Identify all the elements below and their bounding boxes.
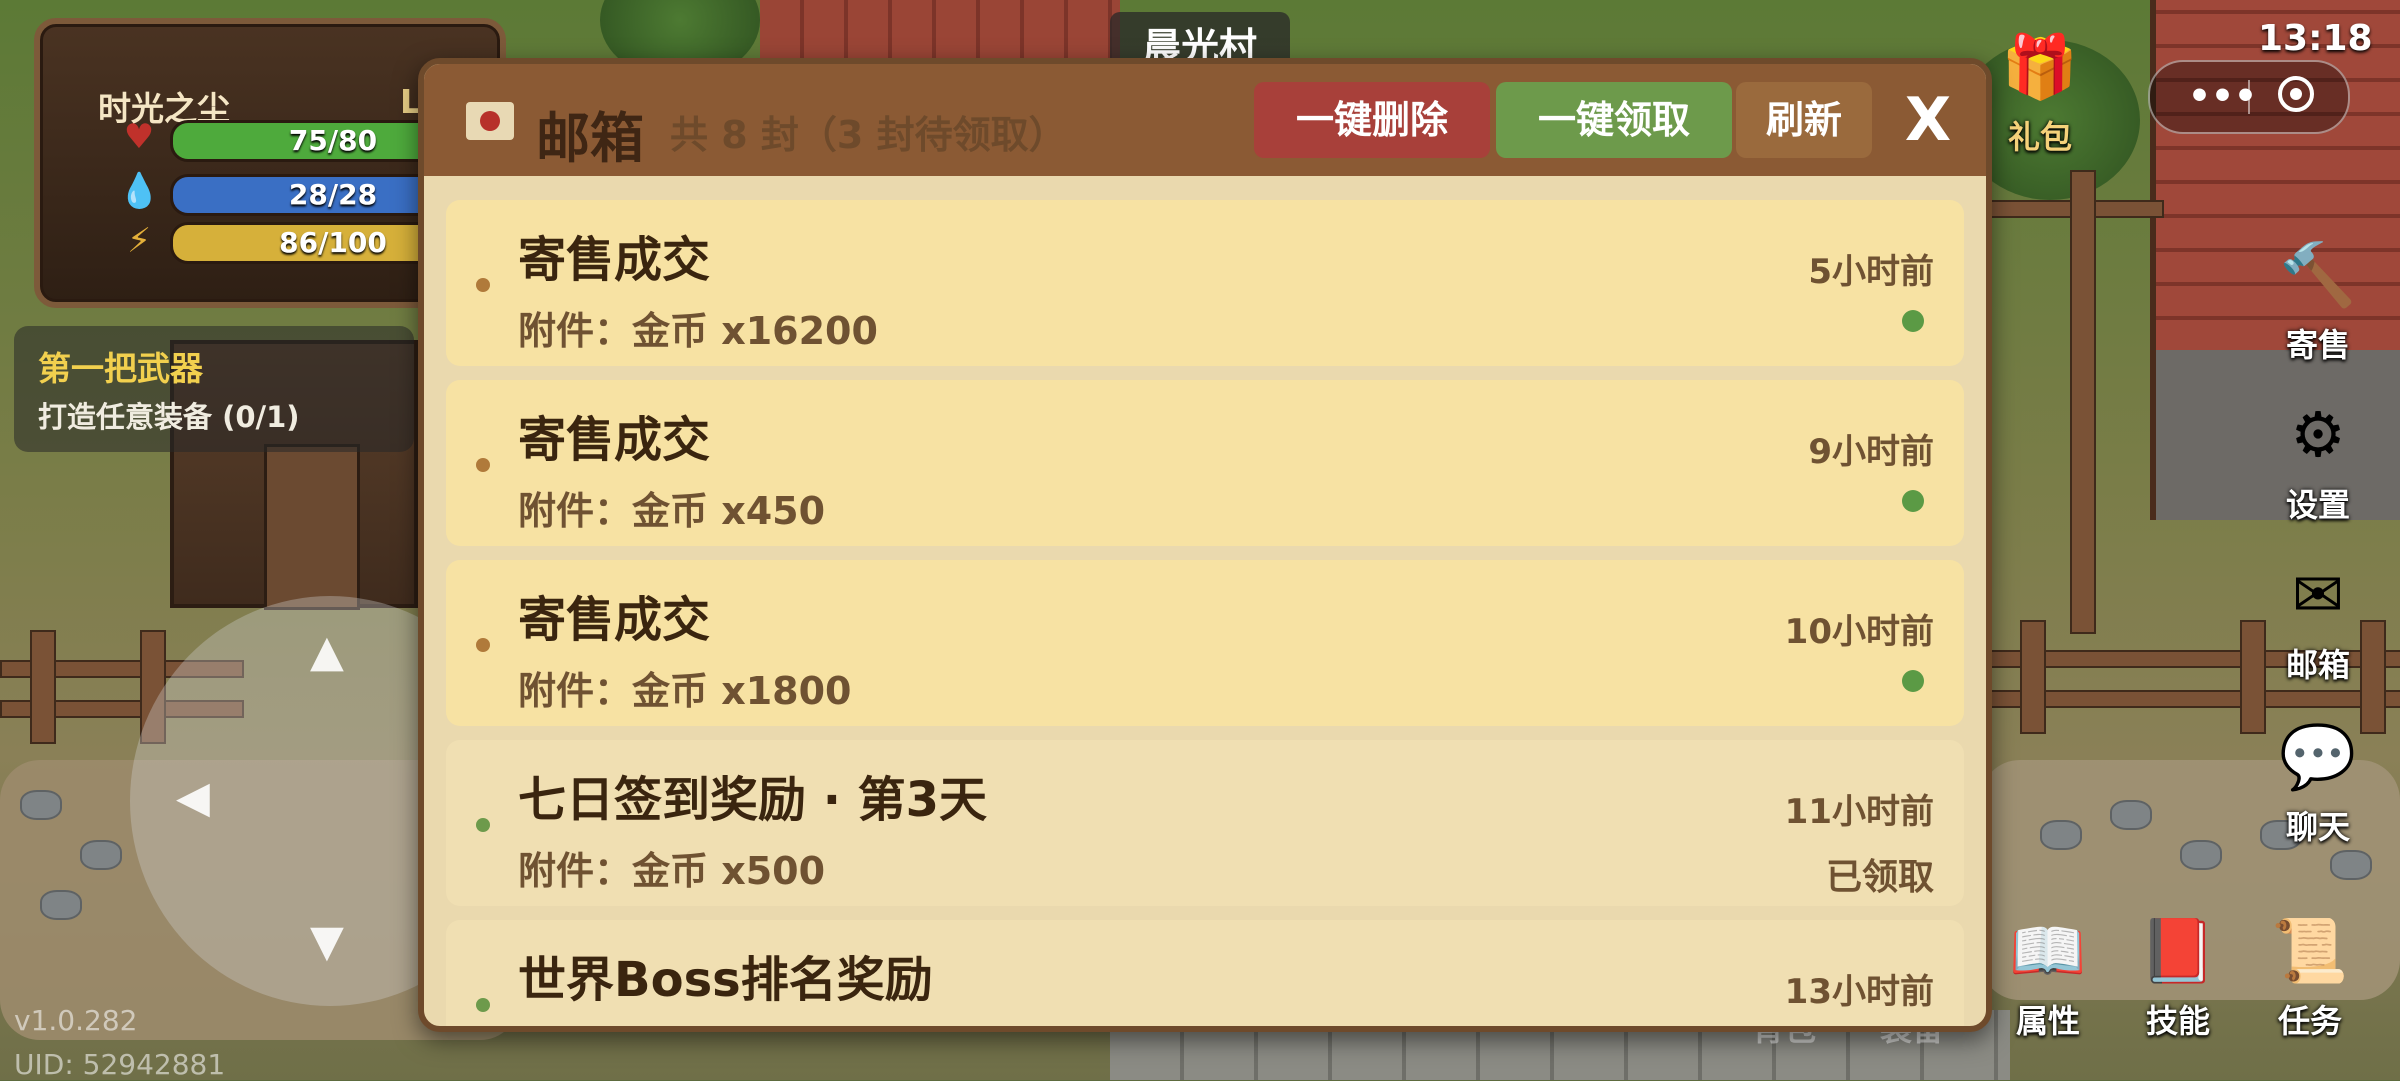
unclaimed-indicator-icon	[1902, 490, 1924, 512]
mail-item[interactable]: 世界Boss排名奖励 13小时前	[446, 920, 1964, 1026]
unclaimed-indicator-icon	[1902, 310, 1924, 332]
mailbox-count: 共 8 封（3 封待领取）	[670, 113, 1067, 157]
delete-all-button[interactable]: 一键删除	[1254, 82, 1490, 158]
mail-title: 寄售成交	[518, 412, 711, 468]
mail-title: 七日签到奖励 · 第3天	[518, 772, 988, 828]
mail-bullet-icon	[476, 278, 490, 292]
mailbox-dialog: 邮箱 共 8 封（3 封待领取） 一键删除 一键领取 刷新 X 寄售成交附件：金…	[418, 58, 1992, 1032]
mail-time: 11小时前	[1784, 792, 1934, 832]
mail-bullet-icon	[476, 638, 490, 652]
mail-attachment: 附件：金币 x500	[518, 849, 826, 893]
mail-bullet-icon	[476, 998, 490, 1012]
mail-time: 9小时前	[1808, 432, 1934, 472]
claim-all-button[interactable]: 一键领取	[1496, 82, 1732, 158]
mail-time: 10小时前	[1784, 612, 1934, 652]
quests-button[interactable]: 📜 任务	[2250, 906, 2370, 1042]
mail-item[interactable]: 七日签到奖励 · 第3天附件：金币 x500 11小时前已领取	[446, 740, 1964, 906]
uid-label: UID: 52942881	[14, 1048, 226, 1081]
skills-button[interactable]: 📕 技能	[2118, 906, 2238, 1042]
gear-icon: ⚙	[2290, 398, 2346, 471]
gift-label: 礼包	[2007, 118, 2072, 156]
status-time: 13:18	[2258, 18, 2373, 59]
mana-drop-icon: 💧	[118, 171, 161, 211]
quest-description: 打造任意装备 (0/1)	[38, 400, 300, 434]
envelope-seal-icon	[466, 102, 514, 140]
settings-button[interactable]: ⚙ 设置	[2258, 390, 2378, 526]
skills-label: 技能	[2145, 1002, 2210, 1040]
mailbox-title: 邮箱	[536, 107, 644, 170]
quest-tracker[interactable]: 第一把武器 打造任意装备 (0/1)	[14, 326, 414, 452]
mail-item[interactable]: 寄售成交附件：金币 x450 9小时前	[446, 380, 1964, 546]
chat-label: 聊天	[2285, 808, 2350, 846]
quest-title: 第一把武器	[38, 349, 203, 388]
envelope-icon: ✉	[2292, 558, 2344, 631]
heart-icon: ♥	[123, 117, 155, 157]
joystick-down-arrow-icon: ▼	[310, 916, 344, 967]
mail-bullet-icon	[476, 458, 490, 472]
consign-button[interactable]: 🔨 寄售	[2258, 230, 2378, 366]
attributes-button[interactable]: 📖 属性	[1988, 906, 2108, 1042]
close-miniprogram-icon[interactable]	[2278, 76, 2314, 112]
scroll-icon: 📜	[2271, 914, 2349, 987]
mail-title: 寄售成交	[518, 232, 711, 288]
mailbox-header: 邮箱 共 8 封（3 封待领取） 一键删除 一键领取 刷新 X	[424, 64, 1986, 176]
mail-title: 世界Boss排名奖励	[518, 952, 933, 1008]
mini-program-capsule[interactable]: •••	[2148, 60, 2350, 134]
close-icon[interactable]: X	[1888, 82, 1968, 158]
mail-list[interactable]: 寄售成交 附件：金币 x16200 5小时前 寄售成交 附件：金币 x450 9小时前 寄售…	[446, 200, 1964, 1026]
lightning-icon: ⚡	[127, 221, 151, 261]
chat-button[interactable]: 💬 聊天	[2258, 712, 2378, 848]
mailbox-label: 邮箱	[2285, 646, 2350, 684]
gavel-icon: 🔨	[2279, 238, 2357, 311]
version-label: v1.0.282	[14, 1004, 138, 1037]
more-options-icon[interactable]: •••	[2188, 76, 2257, 117]
mail-item[interactable]: 寄售成交附件：金币 x1800 10小时前	[446, 560, 1964, 726]
mail-attachment: 附件：金币 x1800	[518, 669, 852, 713]
mail-time: 13小时前	[1784, 972, 1934, 1012]
mail-bullet-icon	[476, 818, 490, 832]
consign-label: 寄售	[2285, 326, 2350, 364]
settings-label: 设置	[2285, 486, 2350, 524]
mail-item[interactable]: 寄售成交附件：金币 x16200 5小时前	[446, 200, 1964, 366]
chat-bubble-icon: 💬	[2279, 720, 2357, 793]
mailbox-button[interactable]: ✉ 邮箱	[2258, 550, 2378, 686]
joystick-up-arrow-icon: ▲	[310, 626, 344, 677]
mail-claimed-status: 已领取	[1825, 857, 1934, 898]
book-icon: 📖	[2009, 914, 2087, 987]
gift-button[interactable]: 🎁 礼包	[1980, 22, 2100, 158]
mail-time: 5小时前	[1808, 252, 1934, 292]
unclaimed-indicator-icon	[1902, 670, 1924, 692]
tome-icon: 📕	[2139, 914, 2217, 987]
attributes-label: 属性	[2015, 1002, 2080, 1040]
quests-label: 任务	[2277, 1002, 2342, 1040]
joystick-left-arrow-icon: ◀	[176, 772, 210, 823]
mail-attachment: 附件：金币 x450	[518, 489, 826, 533]
mail-title: 寄售成交	[518, 592, 711, 648]
gift-icon: 🎁	[2001, 30, 2079, 103]
mail-attachment: 附件：金币 x16200	[518, 309, 878, 353]
refresh-button[interactable]: 刷新	[1736, 82, 1872, 158]
